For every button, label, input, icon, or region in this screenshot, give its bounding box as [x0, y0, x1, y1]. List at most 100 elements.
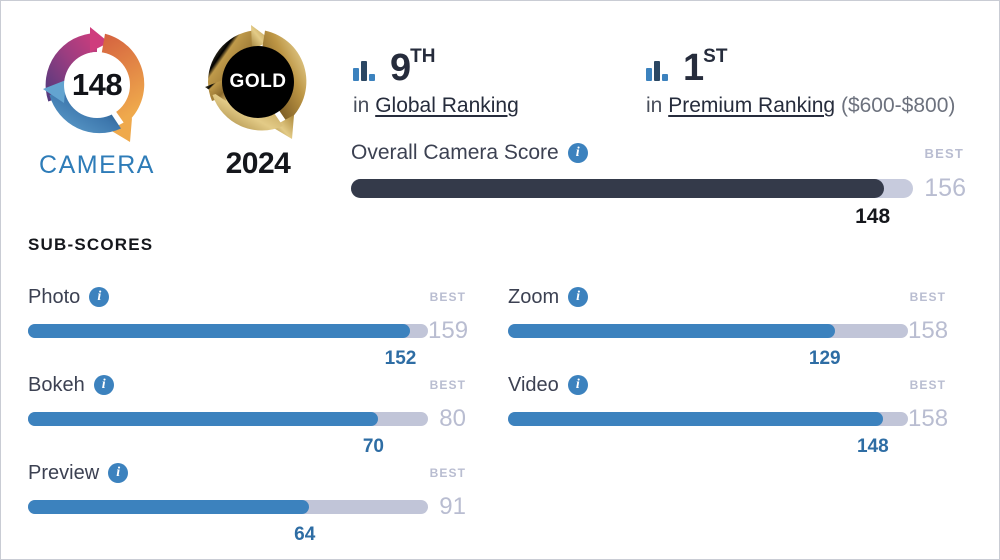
subscore-track — [28, 412, 428, 426]
subscore-label: Zoom — [508, 285, 560, 308]
subscore-value-row: 129 — [508, 348, 908, 372]
info-icon[interactable]: i — [568, 287, 589, 307]
subscore-header: Photo i BEST — [28, 285, 466, 309]
subscore-header: Preview i BEST — [28, 461, 466, 485]
premium-ranking-price-range: ($600-$800) — [840, 94, 956, 117]
overall-camera-score: Overall Camera Score i BEST 156 148 — [351, 141, 966, 231]
subscore-track — [508, 412, 908, 426]
global-ranking-link[interactable]: Global Ranking — [375, 94, 519, 117]
global-ranking-suffix: TH — [410, 46, 436, 67]
subscore-header: Video i BEST — [508, 373, 946, 397]
subscore-value: 129 — [808, 348, 841, 369]
subscore-label-wrap: Preview i — [28, 461, 129, 485]
subscore-value: 70 — [362, 436, 384, 457]
subscore-bar-row: 80 — [28, 405, 466, 433]
badge-score-value: 148 — [71, 67, 123, 102]
bar-chart-icon — [646, 61, 668, 81]
subscore-header: Zoom i BEST — [508, 285, 946, 309]
subscore-row-video: Video i BEST 158 148 — [508, 373, 949, 460]
subscore-bar-row: 91 — [28, 493, 466, 521]
overall-best-value: 156 — [924, 174, 966, 202]
award-label: GOLD — [229, 71, 287, 92]
info-icon[interactable]: i — [108, 463, 129, 483]
top-section: 148 CAMERA GOLD 2024 9 TH in Global Rank… — [1, 1, 999, 228]
overall-score-title-wrap: Overall Camera Score i — [351, 141, 588, 165]
gold-medal: GOLD — [199, 23, 317, 141]
subscore-best-value: 80 — [439, 405, 466, 432]
subscore-track — [508, 324, 908, 338]
subscore-label-wrap: Zoom i — [508, 285, 589, 309]
subscore-fill — [28, 324, 411, 338]
subscore-row-photo: Photo i BEST 159 152 — [28, 285, 469, 372]
badge-brand-label: CAMERA — [39, 151, 155, 179]
premium-ranking-prefix: in — [646, 94, 663, 117]
info-icon[interactable]: i — [93, 375, 114, 395]
award-badge: GOLD 2024 — [193, 23, 323, 181]
subscore-best-value: 91 — [439, 493, 466, 520]
info-icon[interactable]: i — [89, 287, 110, 307]
camera-score-card: 148 CAMERA GOLD 2024 9 TH in Global Rank… — [0, 0, 1000, 560]
global-ranking-position-row: 9 TH — [353, 45, 519, 87]
subscore-row-preview: Preview i BEST 91 64 — [28, 461, 466, 548]
subscore-track — [28, 324, 428, 338]
overall-score-value-row: 148 — [351, 205, 913, 231]
subscore-bar-row: 158 — [508, 317, 949, 345]
overall-best-label: BEST — [924, 145, 964, 161]
award-year: 2024 — [225, 147, 291, 180]
overall-score-value: 148 — [855, 205, 891, 228]
subscore-label: Photo — [28, 285, 81, 308]
premium-ranking-suffix: ST — [703, 46, 728, 67]
score-ring: 148 — [35, 23, 159, 147]
overall-score-title: Overall Camera Score — [351, 141, 559, 164]
subscore-value-row: 152 — [28, 348, 428, 372]
global-ranking-caption: in Global Ranking — [353, 94, 519, 118]
subscore-best-label: BEST — [909, 378, 946, 392]
subscore-value-row: 70 — [28, 436, 428, 460]
overall-score-track — [351, 179, 913, 198]
subscore-fill — [28, 412, 378, 426]
info-icon[interactable]: i — [567, 143, 588, 163]
subscore-best-value: 158 — [908, 405, 949, 432]
subscore-value: 64 — [294, 524, 316, 545]
subscore-label-wrap: Photo i — [28, 285, 110, 309]
subscore-value-row: 148 — [508, 436, 908, 460]
bar-chart-icon — [353, 61, 375, 81]
info-icon[interactable]: i — [567, 375, 588, 395]
subscore-value-row: 64 — [28, 524, 428, 548]
subscore-best-label: BEST — [429, 378, 466, 392]
subscore-label-wrap: Bokeh i — [28, 374, 114, 397]
subscore-best-label: BEST — [909, 290, 946, 304]
overall-score-bar-row: 156 — [351, 174, 966, 203]
subscore-row-zoom: Zoom i BEST 158 129 — [508, 285, 949, 372]
subscore-label: Preview — [28, 461, 100, 484]
subscore-track — [28, 500, 428, 514]
premium-ranking-position: 1 — [683, 47, 704, 89]
premium-ranking: 1 ST in Premium Ranking ($600-$800) — [646, 45, 955, 118]
subscores-heading: SUB-SCORES — [28, 235, 154, 254]
camera-score-badge: 148 CAMERA — [27, 23, 167, 180]
global-ranking-prefix: in — [353, 94, 370, 117]
premium-ranking-link[interactable]: Premium Ranking — [668, 94, 835, 117]
subscore-fill — [508, 324, 835, 338]
overall-score-fill — [351, 179, 885, 198]
subscore-best-value: 159 — [428, 317, 469, 344]
global-ranking-position: 9 — [390, 47, 411, 89]
subscore-bar-row: 159 — [28, 317, 469, 345]
subscore-best-value: 158 — [908, 317, 949, 344]
subscore-label: Bokeh — [28, 373, 85, 396]
subscore-bar-row: 158 — [508, 405, 949, 433]
overall-score-header: Overall Camera Score i BEST — [351, 141, 966, 165]
premium-ranking-caption: in Premium Ranking ($600-$800) — [646, 94, 955, 118]
subscore-fill — [28, 500, 310, 514]
subscore-label: Video — [508, 373, 559, 396]
subscore-best-label: BEST — [429, 290, 466, 304]
premium-ranking-position-row: 1 ST — [646, 45, 955, 87]
subscore-label-wrap: Video i — [508, 374, 588, 397]
subscore-value: 148 — [856, 436, 889, 457]
subscore-row-bokeh: Bokeh i BEST 80 70 — [28, 373, 466, 460]
subscore-fill — [508, 412, 883, 426]
subscore-value: 152 — [384, 348, 417, 369]
subscore-header: Bokeh i BEST — [28, 373, 466, 397]
global-ranking: 9 TH in Global Ranking — [353, 45, 519, 118]
subscore-best-label: BEST — [429, 466, 466, 480]
